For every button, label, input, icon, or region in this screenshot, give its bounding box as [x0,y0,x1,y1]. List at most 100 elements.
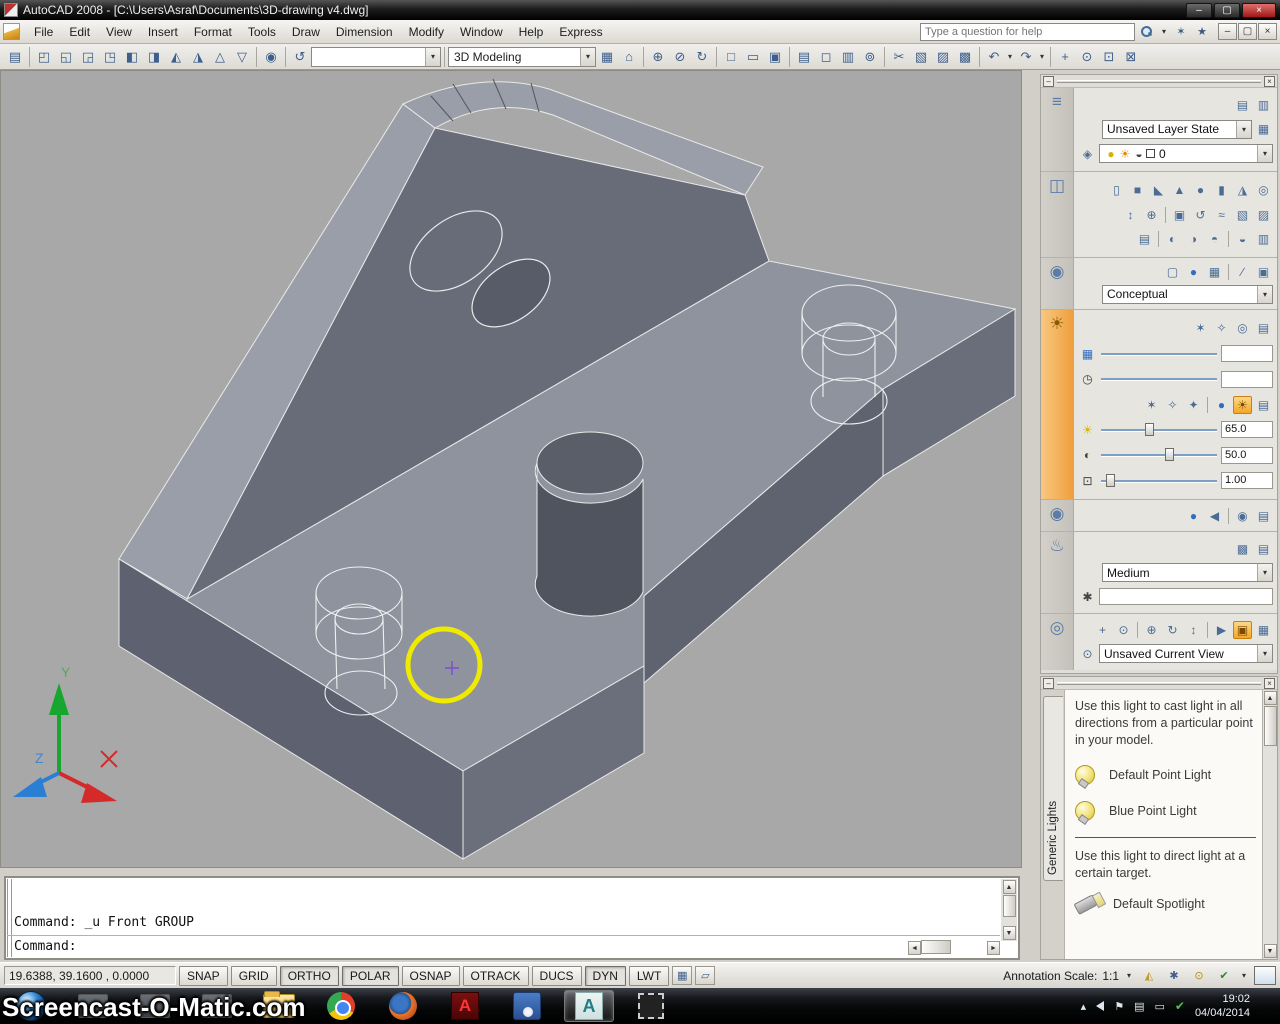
box-icon[interactable]: ■ [1128,181,1147,199]
sun-time-field[interactable] [1221,371,1273,388]
cut-button[interactable]: ✂ [888,46,910,68]
action-center-icon[interactable]: ▤ [1134,1000,1144,1013]
view-back-button[interactable]: ◨ [143,46,165,68]
help-search-box[interactable] [920,23,1135,41]
view-bottom-button[interactable]: ◱ [55,46,77,68]
render-settings-icon[interactable]: ▤ [1254,540,1273,558]
palette-close-icon[interactable]: × [1264,678,1275,689]
create-point-light-icon[interactable]: ✶ [1191,319,1210,337]
status-menu-icon[interactable]: ▾ [1239,971,1249,980]
view-left-button[interactable]: ◲ [77,46,99,68]
nav-zoom-icon[interactable]: ⊙ [1114,621,1133,639]
menu-format[interactable]: Format [186,22,240,42]
polysolid-icon[interactable]: ▯ [1107,181,1126,199]
tray-show-hidden-icon[interactable]: ▴ [1081,1000,1087,1013]
contrast-icon[interactable]: ◐ [1078,446,1097,464]
current-layer-dropdown[interactable]: ● ☀ ◒ 0 ▾ [1099,144,1273,163]
midtones-slider[interactable] [1099,473,1219,489]
scroll-up-icon[interactable]: ▲ [1264,691,1277,705]
toggle-ortho[interactable]: ORTHO [280,966,339,986]
palette-collapse-icon[interactable]: – [1043,678,1054,689]
annotation-visibility-icon[interactable]: ◭ [1139,966,1159,985]
sun-status-icon[interactable]: ◎ [1233,319,1252,337]
material-attach-icon[interactable]: ◀ [1205,507,1224,525]
toggle-osnap[interactable]: OSNAP [402,966,460,986]
view-front-button[interactable]: ◧ [121,46,143,68]
render-environment-icon[interactable]: ▩ [1233,540,1252,558]
open-button[interactable]: ▭ [742,46,764,68]
annotation-scale-value[interactable]: 1:1 [1102,969,1119,983]
menu-modify[interactable]: Modify [401,22,452,42]
light-properties-icon[interactable]: ▤ [1254,396,1273,414]
publish-button[interactable]: ▥ [837,46,859,68]
brightness-field[interactable]: 65.0 [1221,421,1273,438]
restore-view-icon[interactable]: ⊙ [1078,645,1097,663]
revolve-icon[interactable]: ↺ [1191,206,1210,224]
sw-isometric-button[interactable]: ◭ [165,46,187,68]
nav-animation-icon[interactable]: ▶ [1212,621,1231,639]
intersect-icon[interactable]: ◓ [1205,230,1224,248]
3d-move-icon[interactable]: ↕ [1121,206,1140,224]
my-workspace-button[interactable]: ⌂ [618,46,640,68]
toggle-polar[interactable]: POLAR [342,966,399,986]
scroll-up-icon[interactable]: ▲ [1003,880,1016,894]
taskbar-firefox[interactable] [378,990,428,1022]
layer-state-dropdown[interactable]: Unsaved Layer State ▾ [1102,120,1252,139]
undo-button[interactable]: ↶ [983,46,1005,68]
clean-screen-button[interactable] [1254,966,1276,985]
layers-panel-icon[interactable]: ≡ [1052,92,1062,171]
menu-edit[interactable]: Edit [61,22,98,42]
sun-date-field[interactable] [1221,345,1273,362]
command-input-line[interactable]: Command: [14,939,77,956]
contrast-field[interactable]: 50.0 [1221,447,1273,464]
ne-isometric-button[interactable]: △ [209,46,231,68]
nav-parallel-icon[interactable]: ▦ [1254,621,1273,639]
3d-rotate-icon[interactable]: ⊕ [1142,206,1161,224]
dashboard-collapse-icon[interactable]: – [1043,76,1054,87]
security-icon[interactable]: ✔ [1175,999,1185,1013]
maximize-button[interactable]: ▢ [1214,3,1240,18]
menu-view[interactable]: View [98,22,140,42]
network-flag-icon[interactable]: ⚑ [1114,1000,1124,1013]
scroll-down-icon[interactable]: ▼ [1003,926,1016,940]
workspace-settings-button[interactable]: ▦ [596,46,618,68]
light-glyph-icon-2[interactable]: ✧ [1163,396,1182,414]
taskbar-clock[interactable]: 19:02 04/04/2014 [1195,992,1256,1021]
light-list-icon[interactable]: ▤ [1254,319,1273,337]
sun-date-slider[interactable] [1099,346,1219,362]
vs-face-icon[interactable]: ▣ [1254,263,1273,281]
sun-date-icon[interactable]: ▦ [1078,345,1097,363]
vs-wireframe-icon[interactable]: ▢ [1163,263,1182,281]
material-mapping-icon[interactable]: ◉ [1233,507,1252,525]
vs-edge-icon[interactable]: ∕ [1233,263,1252,281]
drawing-canvas[interactable]: Y Z [0,70,1022,868]
scroll-left-icon[interactable]: ◄ [908,941,921,955]
menu-draw[interactable]: Draw [284,22,328,42]
plot-preview-button[interactable]: ◻ [815,46,837,68]
wedge-icon[interactable]: ◣ [1149,181,1168,199]
slice-icon[interactable]: ▨ [1254,206,1273,224]
brightness-icon[interactable]: ☀ [1078,421,1097,439]
nw-isometric-button[interactable]: ▽ [231,46,253,68]
scrollbar-thumb[interactable] [1003,895,1016,917]
communication-center-icon[interactable]: ✶ [1172,23,1190,41]
view-right-button[interactable]: ◳ [99,46,121,68]
interfere-icon[interactable]: ◒ [1233,230,1252,248]
qnew-brand-icon[interactable] [3,23,20,40]
named-view-dropdown[interactable]: ▾ [311,47,441,67]
light-panel-icon[interactable]: ☀ [1049,314,1064,499]
nav-pan-icon[interactable]: + [1093,621,1112,639]
taskbar-snipping-tool[interactable] [626,990,676,1022]
list-item[interactable]: Default Point Light [1075,765,1256,785]
zoom-window-button[interactable]: ⊡ [1098,46,1120,68]
undo-dropdown-icon[interactable]: ▾ [1005,52,1015,61]
camera-button[interactable]: ◉ [260,46,282,68]
toggle-grid[interactable]: GRID [231,966,277,986]
free-orbit-button[interactable]: ⊘ [669,46,691,68]
render-output-icon[interactable]: ✱ [1078,588,1097,606]
3d-align-icon[interactable]: ▣ [1170,206,1189,224]
materials-editor-icon[interactable]: ● [1184,507,1203,525]
toggle-snap[interactable]: SNAP [179,966,228,986]
extract-edges-icon[interactable]: ▤ [1135,230,1154,248]
midtones-field[interactable]: 1.00 [1221,472,1273,489]
